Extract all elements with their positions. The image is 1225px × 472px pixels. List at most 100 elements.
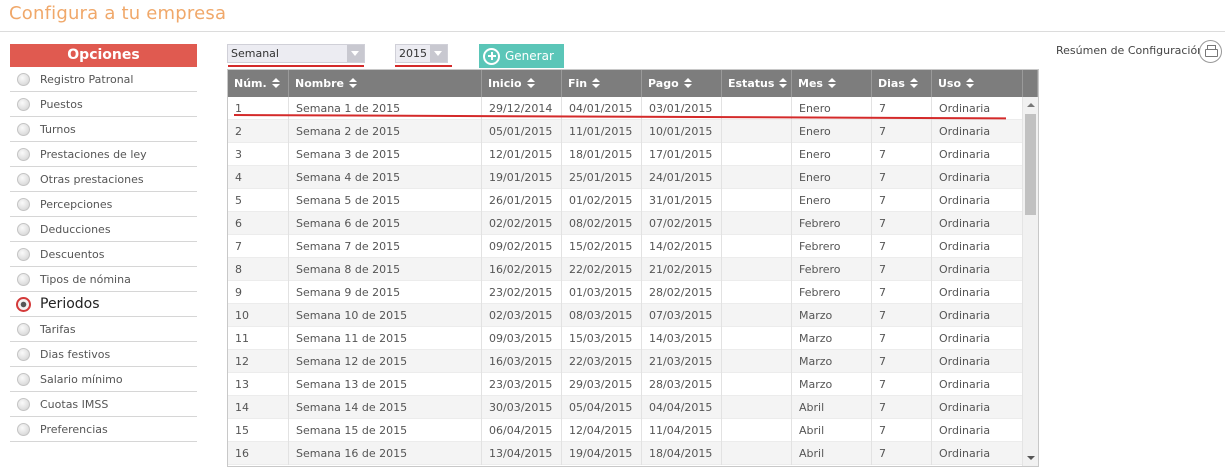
cell-fin: 22/02/2015 <box>562 258 642 281</box>
cell-dias: 7 <box>872 189 932 212</box>
config-summary-link[interactable]: Resúmen de Configuración <box>1056 44 1204 57</box>
radio-icon[interactable] <box>17 372 30 386</box>
sidebar-item-label: Dias festivos <box>40 347 111 361</box>
cell-dias: 7 <box>872 373 932 396</box>
scroll-down-icon[interactable] <box>1027 456 1035 460</box>
table-row[interactable]: 3 Semana 3 de 2015 12/01/2015 18/01/2015 17/… <box>228 143 1023 166</box>
table-row[interactable]: 16 Semana 16 de 2015 13/04/2015 19/04/2015 1… <box>228 442 1023 465</box>
cell-estatus <box>722 396 792 419</box>
table-row[interactable]: 5 Semana 5 de 2015 26/01/2015 01/02/2015 31/… <box>228 189 1023 212</box>
cell-mes: Febrero <box>792 212 872 235</box>
table-row[interactable]: 7 Semana 7 de 2015 09/02/2015 15/02/2015 14/… <box>228 235 1023 258</box>
generate-button[interactable]: Generar <box>479 44 564 68</box>
table-row[interactable]: 11 Semana 11 de 2015 09/03/2015 15/03/2015 1… <box>228 327 1023 350</box>
radio-icon[interactable] <box>17 97 30 111</box>
sort-icon[interactable] <box>779 78 788 88</box>
sort-icon[interactable] <box>592 78 601 88</box>
cell-num: 12 <box>228 350 289 373</box>
chevron-down-icon[interactable] <box>347 45 364 62</box>
cell-pago: 21/03/2015 <box>642 350 722 373</box>
column-header-mes[interactable]: Mes <box>792 70 872 97</box>
sidebar-item[interactable]: Registro Patronal <box>10 67 197 92</box>
table-row[interactable]: 6 Semana 6 de 2015 02/02/2015 08/02/2015 07/… <box>228 212 1023 235</box>
table-row[interactable]: 10 Semana 10 de 2015 02/03/2015 08/03/2015 0… <box>228 304 1023 327</box>
column-header-pago[interactable]: Pago <box>642 70 722 97</box>
sort-icon[interactable] <box>827 78 836 88</box>
year-select[interactable]: 2015 <box>395 44 448 63</box>
column-header-uso[interactable]: Uso <box>932 70 1023 97</box>
cell-fin: 19/04/2015 <box>562 442 642 465</box>
sidebar-item[interactable]: Periodos <box>10 292 197 317</box>
sort-icon[interactable] <box>271 78 280 88</box>
radio-icon[interactable] <box>17 322 30 336</box>
sidebar-item[interactable]: Preferencias <box>10 417 197 442</box>
cell-num: 7 <box>228 235 289 258</box>
sidebar-item[interactable]: Percepciones <box>10 192 197 217</box>
sidebar-item[interactable]: Cuotas IMSS <box>10 392 197 417</box>
radio-icon[interactable] <box>17 72 30 86</box>
table-row[interactable]: 4 Semana 4 de 2015 19/01/2015 25/01/2015 24/… <box>228 166 1023 189</box>
scroll-up-icon[interactable] <box>1027 103 1035 107</box>
radio-icon[interactable] <box>17 347 30 361</box>
radio-icon[interactable] <box>17 172 30 186</box>
scroll-thumb[interactable] <box>1025 114 1036 215</box>
radio-icon[interactable] <box>17 272 30 286</box>
column-header-inicio[interactable]: Inicio <box>482 70 562 97</box>
sidebar-item[interactable]: Turnos <box>10 117 197 142</box>
radio-icon[interactable] <box>17 397 30 411</box>
cell-estatus <box>722 350 792 373</box>
radio-icon[interactable] <box>16 296 31 312</box>
cell-fin: 22/03/2015 <box>562 350 642 373</box>
cell-num: 8 <box>228 258 289 281</box>
sidebar-item[interactable]: Descuentos <box>10 242 197 267</box>
sort-icon[interactable] <box>683 78 692 88</box>
grid-scrollbar[interactable] <box>1022 97 1038 466</box>
cell-num: 15 <box>228 419 289 442</box>
cell-dias: 7 <box>872 304 932 327</box>
cell-dias: 7 <box>872 350 932 373</box>
table-row[interactable]: 9 Semana 9 de 2015 23/02/2015 01/03/2015 28/… <box>228 281 1023 304</box>
sidebar-item[interactable]: Puestos <box>10 92 197 117</box>
cell-fin: 12/04/2015 <box>562 419 642 442</box>
table-row[interactable]: 2 Semana 2 de 2015 05/01/2015 11/01/2015 10/… <box>228 120 1023 143</box>
sort-icon[interactable] <box>966 78 975 88</box>
sort-icon[interactable] <box>348 78 357 88</box>
page-title: Configura a tu empresa <box>9 3 227 24</box>
radio-icon[interactable] <box>17 222 30 236</box>
radio-icon[interactable] <box>17 197 30 211</box>
column-header-estatus[interactable]: Estatus <box>722 70 792 97</box>
table-row[interactable]: 14 Semana 14 de 2015 30/03/2015 05/04/2015 0… <box>228 396 1023 419</box>
radio-icon[interactable] <box>17 422 30 436</box>
radio-icon[interactable] <box>17 122 30 136</box>
column-header-dias[interactable]: Dias <box>872 70 932 97</box>
period-type-select[interactable]: Semanal <box>227 44 365 63</box>
cell-mes: Marzo <box>792 304 872 327</box>
table-row[interactable]: 13 Semana 13 de 2015 23/03/2015 29/03/2015 2… <box>228 373 1023 396</box>
sort-icon[interactable] <box>526 78 535 88</box>
table-row[interactable]: 15 Semana 15 de 2015 06/04/2015 12/04/2015 1… <box>228 419 1023 442</box>
sidebar-item[interactable]: Salario mínimo <box>10 367 197 392</box>
cell-num: 1 <box>228 97 289 120</box>
cell-nombre: Semana 4 de 2015 <box>289 166 482 189</box>
cell-dias: 7 <box>872 258 932 281</box>
printer-icon[interactable] <box>1199 40 1222 63</box>
sidebar-item[interactable]: Otras prestaciones <box>10 167 197 192</box>
sort-icon[interactable] <box>909 78 918 88</box>
table-row[interactable]: 8 Semana 8 de 2015 16/02/2015 22/02/2015 21/… <box>228 258 1023 281</box>
sidebar-item[interactable]: Deducciones <box>10 217 197 242</box>
sidebar-item[interactable]: Tarifas <box>10 317 197 342</box>
sidebar-item[interactable]: Dias festivos <box>10 342 197 367</box>
table-row[interactable]: 12 Semana 12 de 2015 16/03/2015 22/03/2015 2… <box>228 350 1023 373</box>
chevron-down-icon[interactable] <box>430 45 447 62</box>
sidebar-item[interactable]: Tipos de nómina <box>10 267 197 292</box>
cell-num: 11 <box>228 327 289 350</box>
column-header-num[interactable]: Núm. <box>228 70 289 97</box>
column-header-fin[interactable]: Fin <box>562 70 642 97</box>
radio-icon[interactable] <box>17 147 30 161</box>
cell-mes: Enero <box>792 166 872 189</box>
sidebar-item[interactable]: Prestaciones de ley <box>10 142 197 167</box>
radio-icon[interactable] <box>17 247 30 261</box>
column-header-nombre[interactable]: Nombre <box>289 70 482 97</box>
period-type-value: Semanal <box>231 47 279 60</box>
cell-inicio: 23/03/2015 <box>482 373 562 396</box>
